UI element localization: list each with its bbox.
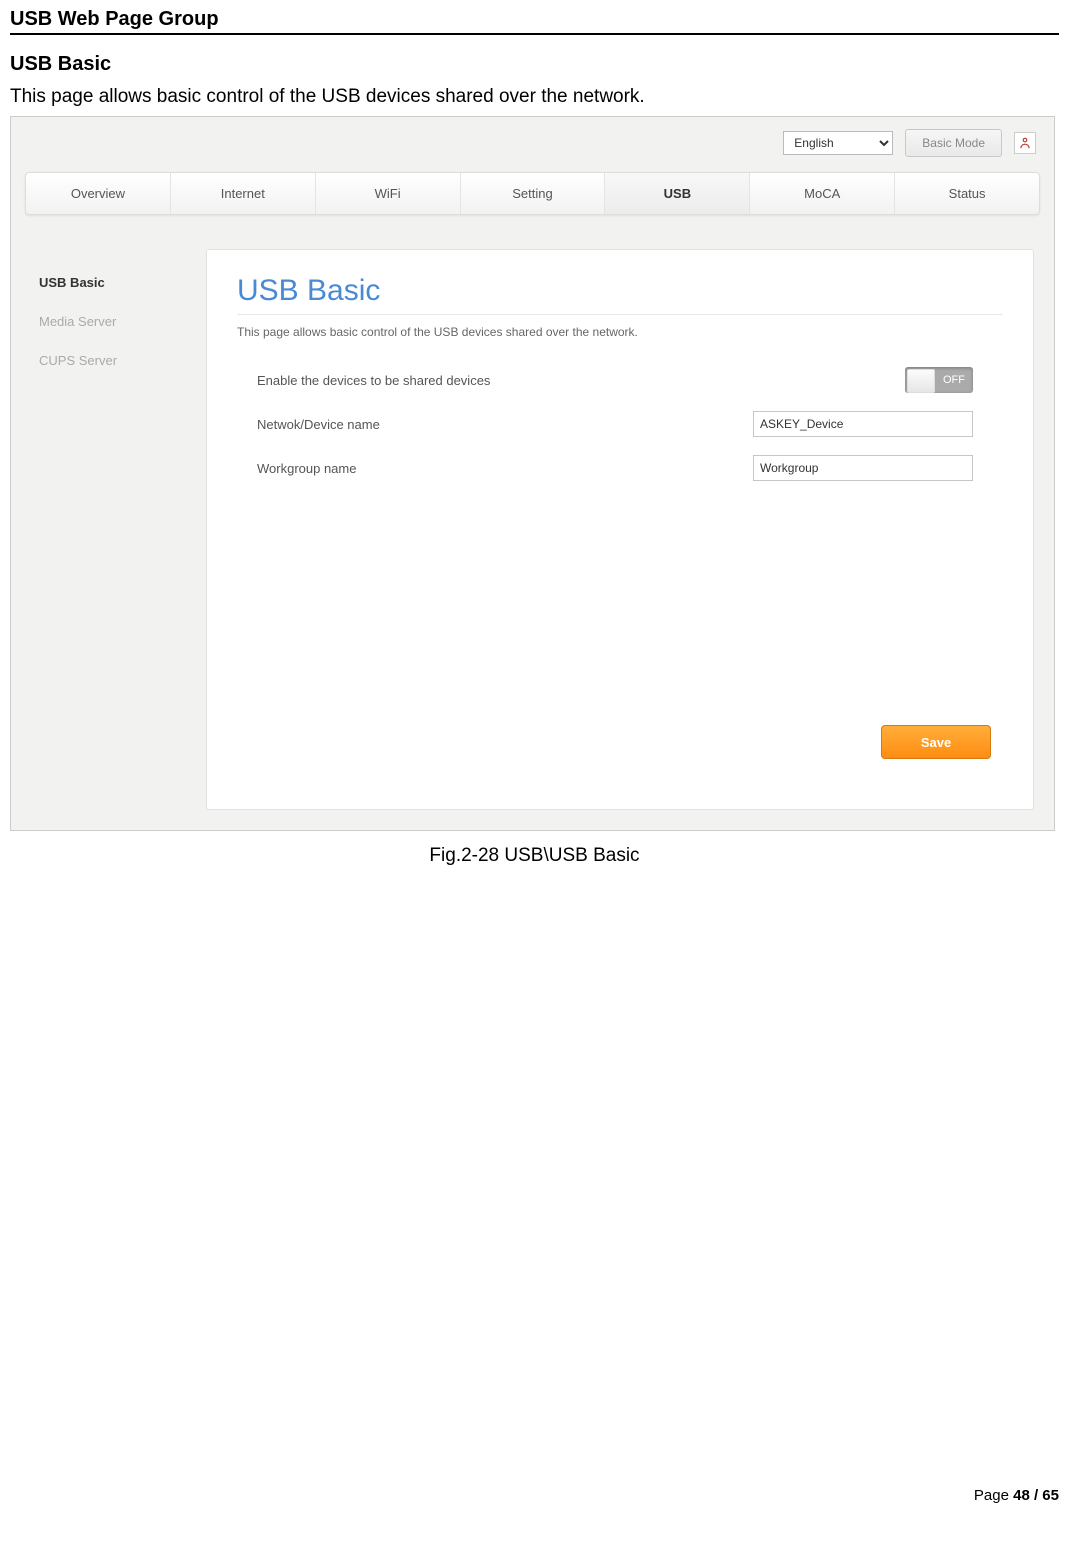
tab-overview[interactable]: Overview [26,173,171,214]
sidebar-item-media-server[interactable]: Media Server [33,306,183,345]
tab-setting[interactable]: Setting [461,173,606,214]
footer-page-number: 48 / 65 [1013,1487,1059,1504]
device-name-label: Netwok/Device name [237,417,617,432]
tab-usb[interactable]: USB [605,173,750,214]
page-header: USB Web Page Group [10,8,1059,35]
top-bar: English Basic Mode [783,129,1036,157]
content-panel: USB Basic This page allows basic control… [206,249,1034,810]
save-button[interactable]: Save [881,725,991,759]
main-tabs: Overview Internet WiFi Setting USB MoCA … [25,172,1040,215]
sidebar-item-usb-basic[interactable]: USB Basic [33,267,183,306]
workgroup-name-label: Workgroup name [237,461,617,476]
basic-mode-button[interactable]: Basic Mode [905,129,1002,157]
panel-description: This page allows basic control of the US… [237,325,1003,339]
router-admin-screenshot: English Basic Mode Overview Internet WiF… [10,116,1055,831]
logout-icon[interactable] [1014,132,1036,154]
panel-title: USB Basic [237,274,1003,315]
language-select[interactable]: English [783,131,893,155]
tab-wifi[interactable]: WiFi [316,173,461,214]
tab-moca[interactable]: MoCA [750,173,895,214]
footer-prefix: Page [974,1487,1013,1504]
workgroup-name-input[interactable] [753,455,973,481]
form-rows: Enable the devices to be shared devices … [237,367,1003,481]
figure-caption: Fig.2-28 USB\USB Basic [10,845,1059,867]
page-footer: Page 48 / 65 [10,1487,1059,1524]
row-enable-shared: Enable the devices to be shared devices … [237,367,1003,393]
row-workgroup-name: Workgroup name [237,455,1003,481]
row-device-name: Netwok/Device name [237,411,1003,437]
sidebar-item-cups-server[interactable]: CUPS Server [33,345,183,384]
sub-header: USB Basic [10,53,1059,76]
device-name-input[interactable] [753,411,973,437]
intro-text: This page allows basic control of the US… [10,86,1059,108]
sidebar: USB Basic Media Server CUPS Server [33,267,183,384]
enable-shared-label: Enable the devices to be shared devices [237,373,617,388]
tab-status[interactable]: Status [895,173,1039,214]
enable-shared-toggle[interactable]: OFF [905,367,973,393]
tab-internet[interactable]: Internet [171,173,316,214]
